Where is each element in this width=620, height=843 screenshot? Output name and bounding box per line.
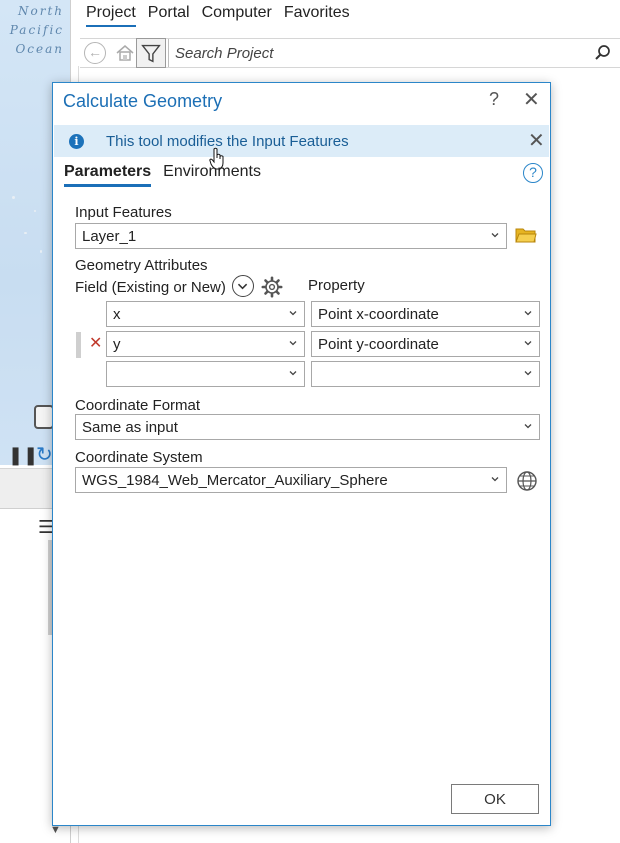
tab-environments[interactable]: Environments — [163, 163, 261, 187]
geometry-attributes-label: Geometry Attributes — [75, 257, 208, 274]
coordinate-system-label: Coordinate System — [75, 449, 203, 466]
globe-icon[interactable] — [516, 470, 538, 492]
folder-icon[interactable] — [515, 226, 537, 244]
chevron-down-icon — [524, 371, 532, 376]
map-island — [34, 210, 36, 212]
tab-computer[interactable]: Computer — [202, 2, 272, 27]
expand-circle-icon[interactable] — [232, 275, 254, 297]
field-value-row-1: x — [113, 306, 121, 323]
back-arrow-icon[interactable]: ← — [84, 42, 106, 64]
catalog-toolbar: ← — [80, 38, 620, 68]
coordinate-system-dropdown[interactable]: WGS_1984_Web_Mercator_Auxiliary_Sphere — [75, 467, 507, 493]
map-ocean-label-2: Pacific — [9, 23, 64, 37]
search-icon[interactable] — [594, 44, 612, 62]
info-banner: i This tool modifies the Input Features … — [54, 125, 549, 157]
property-dropdown-row-3[interactable] — [311, 361, 540, 387]
map-ocean-label-3: Ocean — [15, 42, 64, 56]
info-icon: i — [69, 134, 84, 149]
field-dropdown-row-1[interactable]: x — [106, 301, 305, 327]
property-dropdown-row-1[interactable]: Point x-coordinate — [311, 301, 540, 327]
property-dropdown-row-2[interactable]: Point y-coordinate — [311, 331, 540, 357]
info-close-icon[interactable]: ✕ — [528, 128, 545, 153]
search-input[interactable] — [168, 39, 618, 67]
map-widget-icon[interactable] — [34, 405, 54, 429]
property-header: Property — [308, 277, 365, 294]
contents-panel — [0, 508, 52, 843]
filter-icon[interactable] — [136, 38, 166, 68]
input-features-dropdown[interactable]: Layer_1 — [75, 223, 507, 249]
row-drag-handle[interactable] — [76, 332, 81, 358]
playback-bar: ❚❚ ↻ — [0, 440, 53, 468]
catalog-tabs: Project Portal Computer Favorites — [86, 2, 350, 27]
chevron-down-icon — [491, 233, 499, 238]
property-value-row-1: Point x-coordinate — [318, 306, 439, 323]
pause-icon[interactable]: ❚❚ — [8, 445, 38, 466]
map-island — [40, 250, 42, 253]
remove-row-icon[interactable]: ✕ — [89, 333, 102, 353]
chevron-down-icon — [524, 341, 532, 346]
home-icon[interactable] — [113, 41, 137, 65]
chevron-down-icon — [524, 311, 532, 316]
map-island — [12, 196, 15, 199]
chevron-down-icon — [289, 371, 297, 376]
dialog-tabs: Parameters Environments — [64, 163, 261, 187]
tab-project[interactable]: Project — [86, 2, 136, 27]
input-features-value: Layer_1 — [82, 228, 137, 245]
calculate-geometry-dialog: Calculate Geometry ? ✕ i This tool modif… — [52, 82, 551, 826]
tab-parameters[interactable]: Parameters — [64, 163, 152, 187]
coordinate-format-dropdown[interactable]: Same as input — [75, 414, 540, 440]
chevron-down-icon — [289, 341, 297, 346]
refresh-icon[interactable]: ↻ — [36, 442, 53, 467]
chevron-down-icon — [491, 477, 499, 482]
help-icon[interactable]: ? — [489, 89, 499, 110]
property-value-row-2: Point y-coordinate — [318, 336, 439, 353]
map-island — [24, 232, 27, 234]
chevron-down-icon — [524, 424, 532, 429]
tab-portal[interactable]: Portal — [148, 2, 190, 27]
tab-favorites[interactable]: Favorites — [284, 2, 350, 27]
dialog-title: Calculate Geometry — [63, 91, 223, 111]
field-header: Field (Existing or New) — [75, 279, 226, 296]
close-icon[interactable]: ✕ — [523, 87, 540, 112]
help-circle-icon[interactable]: ? — [523, 163, 543, 183]
field-dropdown-row-3[interactable] — [106, 361, 305, 387]
chevron-down-icon — [289, 311, 297, 316]
field-dropdown-row-2[interactable]: y — [106, 331, 305, 357]
ok-button[interactable]: OK — [451, 784, 539, 814]
info-message: This tool modifies the Input Features — [106, 133, 349, 150]
gear-icon[interactable] — [261, 276, 283, 298]
map-ocean-label-1: North — [17, 4, 64, 18]
coordinate-format-label: Coordinate Format — [75, 397, 201, 414]
input-features-label: Input Features — [75, 204, 172, 221]
field-value-row-2: y — [113, 336, 121, 353]
coordinate-system-value: WGS_1984_Web_Mercator_Auxiliary_Sphere — [82, 472, 388, 489]
coordinate-format-value: Same as input — [82, 419, 178, 436]
